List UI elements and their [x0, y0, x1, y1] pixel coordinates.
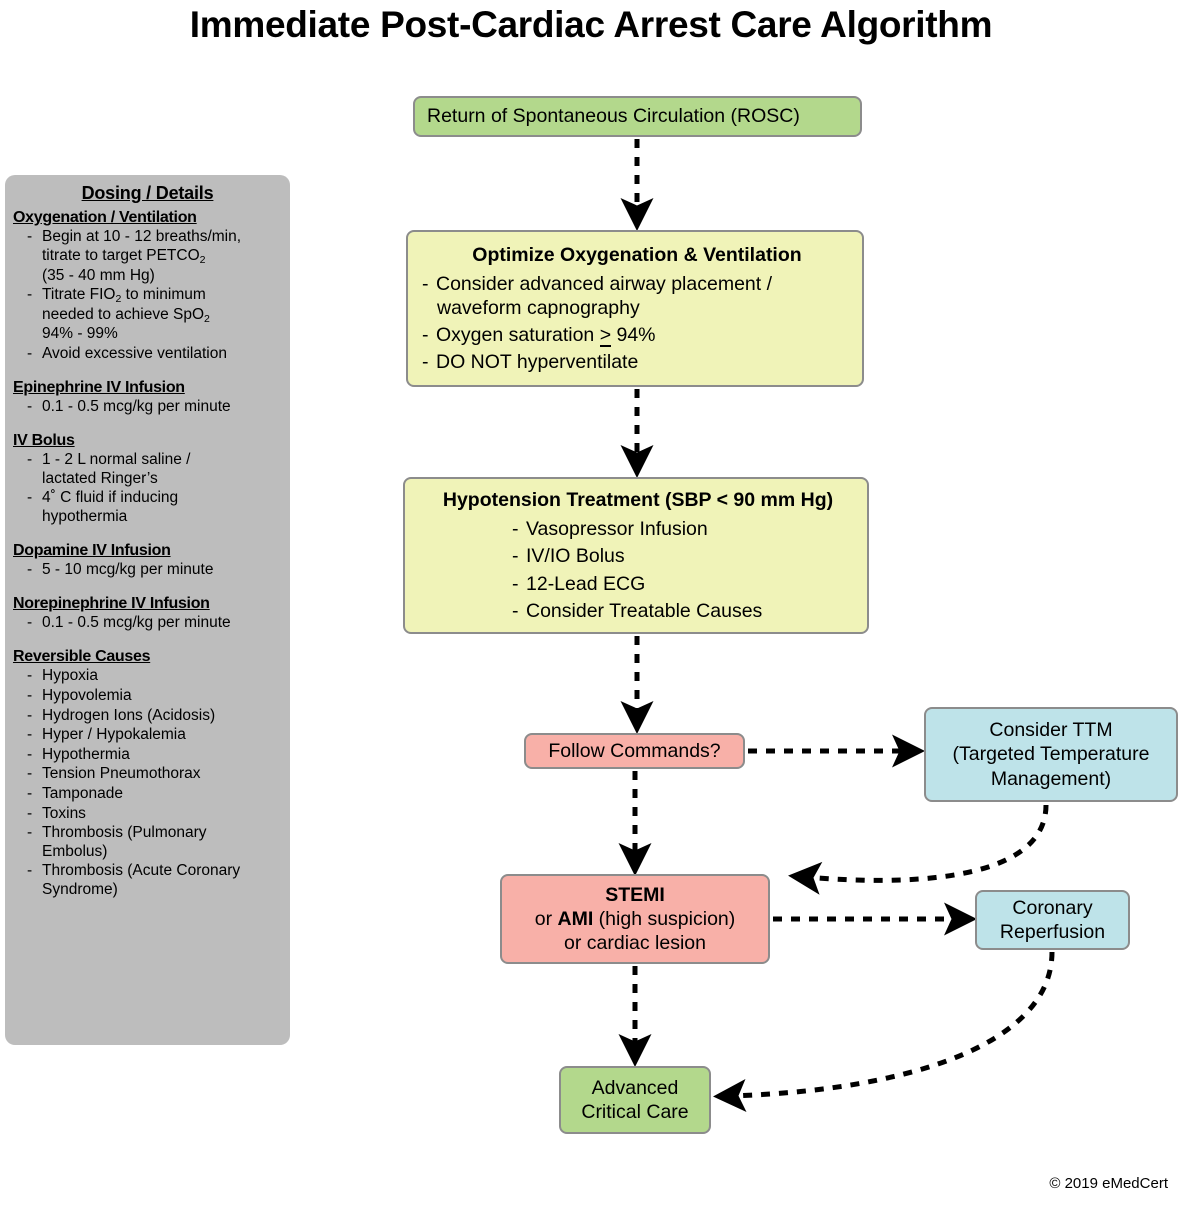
node-label: Critical Care — [581, 1101, 689, 1123]
node-coronary-reperfusion[interactable]: Coronary Reperfusion — [975, 890, 1130, 950]
node-label: or AMI (high suspicion) — [502, 907, 768, 931]
node-header: Hypotension Treatment (SBP < 90 mm Hg) — [442, 489, 834, 512]
node-list: - Consider advanced airway placement / w… — [422, 269, 852, 375]
item-line: Consider advanced airway placement / — [436, 272, 773, 295]
bullet-dash: - — [512, 518, 519, 541]
node-label: Consider TTM — [989, 719, 1113, 742]
arrow-coronary-to-acc — [713, 951, 1055, 1112]
list-item: - Oxygen saturation > 94% — [422, 323, 852, 347]
bullet-dash: - — [422, 272, 429, 295]
node-label: Management) — [990, 767, 1112, 790]
node-consider-ttm[interactable]: Consider TTM (Targeted Temperature Manag… — [924, 707, 1178, 802]
item-line: DO NOT hyperventilate — [436, 351, 639, 374]
node-stemi[interactable]: STEMI or AMI (high suspicion) or cardiac… — [500, 874, 770, 964]
bullet-dash: - — [422, 351, 429, 374]
copyright-notice: © 2019 eMedCert — [1049, 1175, 1168, 1192]
item-line: 12-Lead ECG — [526, 572, 646, 595]
node-advanced-critical-care[interactable]: Advanced Critical Care — [559, 1066, 711, 1134]
stemi-line2-bold: AMI — [557, 907, 594, 930]
stemi-line2-pre: or — [534, 907, 558, 930]
list-item: - DO NOT hyperventilate — [422, 350, 852, 374]
node-label: Advanced — [591, 1076, 679, 1099]
item-line: Consider Treatable Causes — [526, 599, 763, 622]
list-item: -12-Lead ECG — [512, 572, 857, 596]
item-line: waveform capnography — [437, 296, 640, 319]
node-header: Optimize Oxygenation & Ventilation — [472, 243, 802, 266]
bullet-dash: - — [512, 545, 519, 568]
item-line: 94% — [611, 324, 656, 347]
item-line: Vasopressor Infusion — [526, 518, 708, 541]
node-rosc[interactable]: Return of Spontaneous Circulation (ROSC) — [413, 96, 862, 137]
node-label: Reperfusion — [999, 921, 1106, 943]
greater-or-equal-symbol: > — [599, 324, 612, 347]
list-item: - Consider advanced airway placement / w… — [422, 272, 852, 320]
bullet-dash: - — [512, 572, 519, 595]
node-list: - Vasopressor Infusion - IV/IO Bolus -12-L… — [419, 514, 857, 623]
node-optimize-oxygenation[interactable]: Optimize Oxygenation & Ventilation - Con… — [406, 230, 864, 387]
arrow-ttm-to-stemi — [788, 804, 1049, 895]
bullet-dash: - — [422, 324, 429, 347]
node-label: (Targeted Temperature — [952, 743, 1150, 766]
node-label: Follow Commands? — [548, 739, 721, 762]
node-label: STEMI — [605, 883, 665, 906]
item-line: IV/IO Bolus — [526, 545, 625, 568]
list-item: - Vasopressor Infusion — [512, 517, 857, 541]
bullet-dash: - — [512, 599, 519, 622]
node-label: Coronary — [1012, 896, 1093, 919]
node-hypotension-treatment[interactable]: Hypotension Treatment (SBP < 90 mm Hg) -… — [403, 477, 869, 634]
item-line: Oxygen saturation — [436, 324, 600, 347]
node-label: or cardiac lesion — [564, 932, 706, 955]
node-follow-commands[interactable]: Follow Commands? — [524, 733, 745, 769]
node-label: Return of Spontaneous Circulation (ROSC) — [427, 105, 800, 128]
list-item: - IV/IO Bolus — [512, 544, 857, 568]
list-item: - Consider Treatable Causes — [512, 599, 857, 623]
stemi-line2-post: (high suspicion) — [593, 907, 736, 930]
